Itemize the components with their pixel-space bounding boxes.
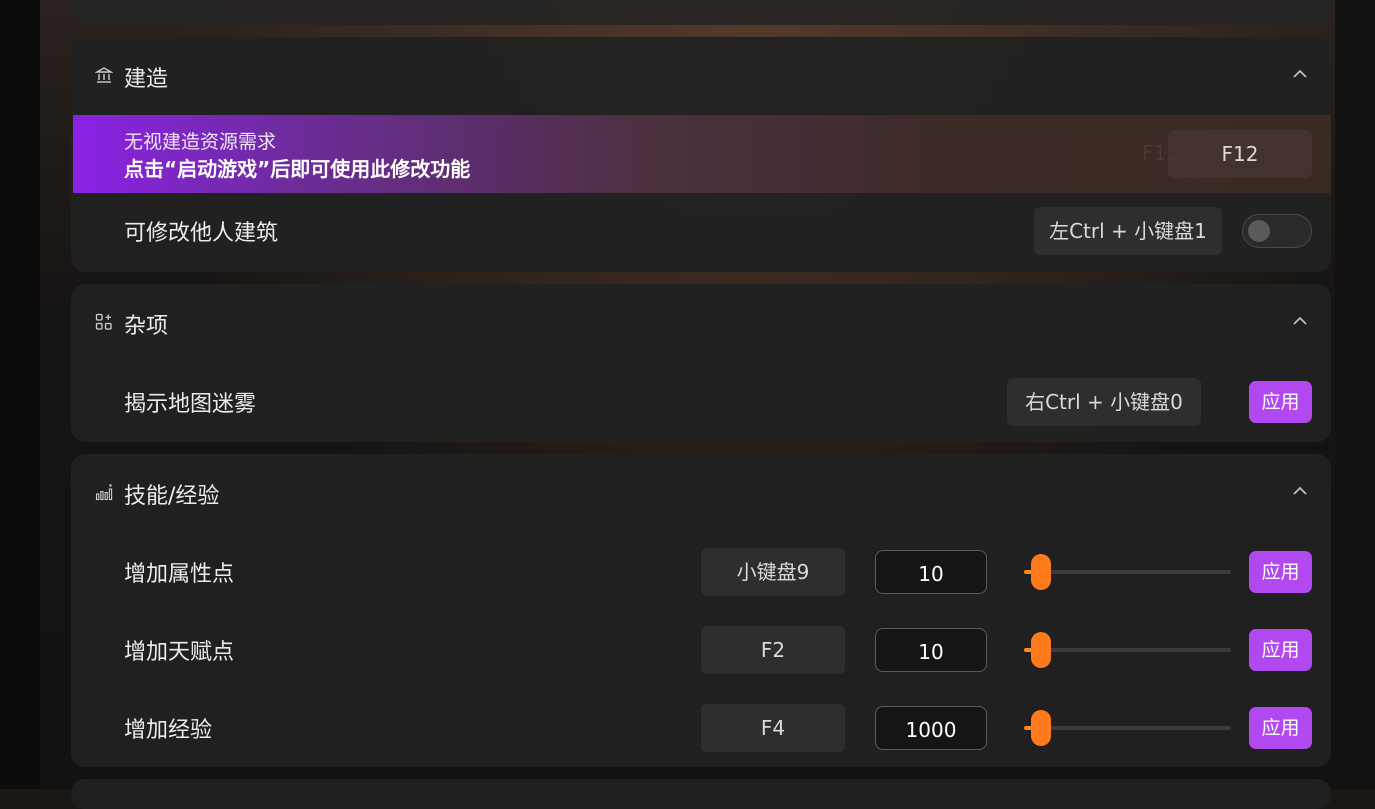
section-header-skills[interactable]: 技能/经验 — [71, 454, 1331, 532]
value-slider[interactable] — [1024, 632, 1231, 668]
row-label: 揭示地图迷雾 — [124, 392, 257, 417]
value-slider[interactable] — [1024, 554, 1231, 590]
slider-track — [1024, 648, 1231, 652]
start-game-notice: 点击“启动游戏”后即可使用此修改功能 — [124, 157, 471, 181]
row-label: 可修改他人建筑 — [124, 221, 279, 246]
slider-track — [1024, 570, 1231, 574]
section-build: 建造 无视建造资源需求 点击“启动游戏”后即可使用此修改功能 F12 F12 可… — [71, 37, 1331, 272]
row-add-talent-points: 增加天赋点 F2 10 应用 — [71, 612, 1331, 688]
row-reveal-map-fog: 揭示地图迷雾 右Ctrl + 小键盘0 应用 — [71, 364, 1331, 440]
hotkey-chip[interactable]: F12 — [1168, 130, 1312, 178]
row-label: 增加天赋点 — [124, 640, 235, 665]
section-title: 杂项 — [124, 314, 169, 339]
apps-add-icon — [95, 313, 112, 330]
slider-thumb[interactable] — [1030, 710, 1051, 746]
next-section-panel — [71, 779, 1331, 809]
row-add-attribute-points: 增加属性点 小键盘9 10 应用 — [71, 534, 1331, 610]
hotkey-chip[interactable]: F2 — [701, 626, 845, 674]
slider-thumb[interactable] — [1030, 632, 1051, 668]
slider-thumb[interactable] — [1030, 554, 1051, 590]
chevron-up-icon[interactable] — [1291, 65, 1309, 83]
section-skills: 技能/经验 增加属性点 小键盘9 10 应用 增加天赋点 F2 10 应用 增加… — [71, 454, 1331, 767]
apply-button[interactable]: 应用 — [1249, 707, 1312, 749]
hotkey-chip[interactable]: 左Ctrl + 小键盘1 — [1034, 207, 1222, 255]
row-label: 无视建造资源需求 — [124, 131, 277, 153]
section-header-misc[interactable]: 杂项 — [71, 284, 1331, 362]
apply-button[interactable]: 应用 — [1249, 629, 1312, 671]
row-label: 增加经验 — [124, 718, 213, 743]
value-input[interactable]: 10 — [875, 628, 987, 672]
row-add-experience: 增加经验 F4 1000 应用 — [71, 690, 1331, 766]
bank-icon — [95, 67, 113, 83]
row-label: 增加属性点 — [124, 562, 235, 587]
value-input[interactable]: 10 — [875, 550, 987, 594]
toggle-knob — [1248, 220, 1270, 242]
apply-button[interactable]: 应用 — [1249, 551, 1312, 593]
previous-section-panel — [71, 0, 1331, 25]
value-input[interactable]: 1000 — [875, 706, 987, 750]
chevron-up-icon[interactable] — [1291, 312, 1309, 330]
value-slider[interactable] — [1024, 710, 1231, 746]
section-title: 建造 — [124, 67, 169, 92]
hotkey-chip[interactable]: 小键盘9 — [701, 548, 845, 596]
apply-button[interactable]: 应用 — [1249, 381, 1312, 423]
section-header-build[interactable]: 建造 — [71, 37, 1331, 115]
bar-chart-icon — [95, 484, 113, 501]
feature-toggle[interactable] — [1242, 214, 1312, 248]
section-title: 技能/经验 — [124, 484, 220, 509]
hotkey-chip[interactable]: F4 — [701, 704, 845, 752]
highlighted-row-ignore-build-cost: 无视建造资源需求 点击“启动游戏”后即可使用此修改功能 F12 F12 — [73, 115, 1331, 193]
slider-track — [1024, 726, 1231, 730]
chevron-up-icon[interactable] — [1291, 482, 1309, 500]
section-misc: 杂项 揭示地图迷雾 右Ctrl + 小键盘0 应用 — [71, 284, 1331, 442]
row-modify-others-buildings: 可修改他人建筑 左Ctrl + 小键盘1 — [71, 193, 1331, 269]
hotkey-chip[interactable]: 右Ctrl + 小键盘0 — [1007, 378, 1201, 426]
